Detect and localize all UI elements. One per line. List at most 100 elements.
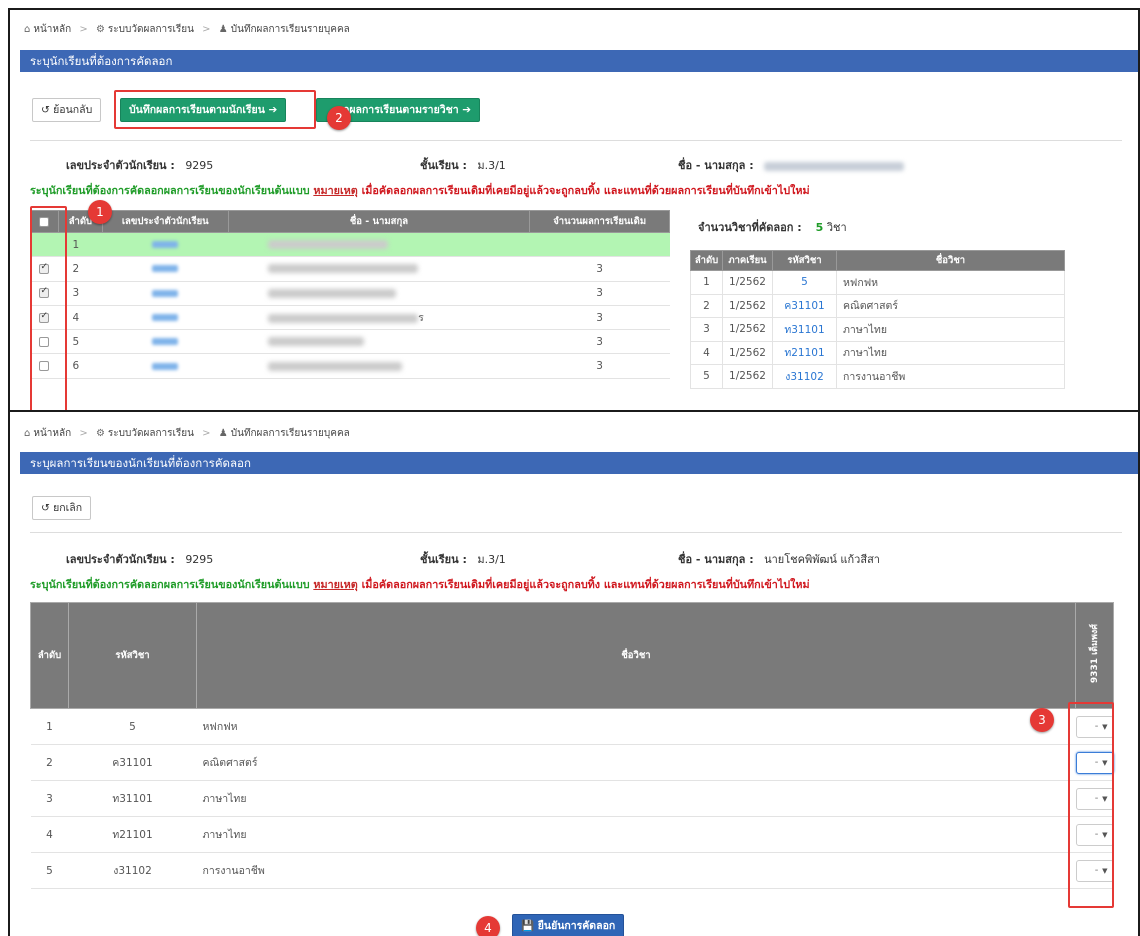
class-label: ชั้นเรียน : [420, 159, 467, 172]
copy-count-value: 5 [815, 221, 824, 234]
row-count: 3 [529, 353, 670, 379]
top-screenshot-panel: ⌂ หน้าหลัก > ⚙ ระบบวัดผลการเรียน > ♟ บันทึก… [8, 8, 1140, 412]
class-info: ชั้นเรียน : ม.3/1 [420, 550, 506, 568]
note-underline: หมายเหตุ [313, 184, 358, 197]
row-count: 3 [529, 305, 670, 331]
row-count [529, 232, 670, 258]
blurred-name [268, 337, 365, 347]
row-count: 3 [529, 256, 670, 282]
row-subject: หฟกฟห [836, 270, 1065, 295]
row-code-link[interactable]: ง31102 [772, 364, 837, 389]
breadcrumb-page: บันทึกผลการเรียนรายบุคคล [230, 24, 350, 35]
row-code: 5 [68, 708, 197, 745]
blurred-id [152, 338, 179, 346]
table-row: 2 ค31101 คณิตศาสตร์ - ▼ [30, 744, 1114, 781]
row-subject: คณิตศาสตร์ [196, 744, 1076, 781]
breadcrumb-section[interactable]: ระบบวัดผลการเรียน [108, 24, 194, 35]
copy-note: ระบุนักเรียนที่ต้องการคัดลอกผลการเรียนขอ… [30, 576, 810, 593]
row-no: 4 [690, 340, 723, 365]
row-count: 3 [529, 281, 670, 306]
class-label: ชั้นเรียน : [420, 553, 467, 566]
copy-count-unit: วิชา [826, 221, 847, 234]
copy-count-info: จำนวนวิชาที่คัดลอก : 5 วิชา [698, 218, 847, 236]
row-no: 2 [690, 293, 723, 318]
divider [30, 140, 1122, 141]
row-term: 1/2562 [722, 270, 773, 295]
note-red: เมื่อคัดลอกผลการเรียนเดิมที่เคยมีอยู่แล้… [361, 184, 810, 197]
gears-icon: ⚙ [95, 428, 105, 439]
row-no: 1 [690, 270, 723, 295]
class-info: ชั้นเรียน : ม.3/1 [420, 156, 506, 174]
row-term: 1/2562 [722, 340, 773, 365]
student-header-label: 9331 เต็มพงศ์ [1089, 624, 1100, 684]
divider [30, 532, 1122, 533]
row-code-link[interactable]: ท31101 [772, 317, 837, 342]
bottom-screenshot-panel: ⌂ หน้าหลัก > ⚙ ระบบวัดผลการเรียน > ♟ บันทึก… [8, 410, 1140, 936]
row-term: 1/2562 [722, 293, 773, 318]
row-subject: หฟกฟห [196, 708, 1076, 745]
blurred-name [268, 361, 403, 371]
user-icon: ♟ [218, 24, 228, 35]
col-subject-header: ชื่อวิชา [836, 250, 1065, 271]
row-subject: ภาษาไทย [836, 317, 1065, 342]
col-no-header: ลำดับ [30, 602, 69, 709]
breadcrumb: ⌂ หน้าหลัก > ⚙ ระบบวัดผลการเรียน > ♟ บันทึก… [24, 24, 350, 35]
note-green: ระบุนักเรียนที่ต้องการคัดลอกผลการเรียนขอ… [30, 578, 310, 591]
breadcrumb-section[interactable]: ระบบวัดผลการเรียน [108, 428, 194, 439]
col-code-header: รหัสวิชา [68, 602, 197, 709]
confirm-copy-button[interactable]: 💾 ยืนยันการคัดลอก [512, 914, 625, 936]
undo-icon: ↺ [41, 502, 50, 514]
table-row: 2 1/2562 ค31101 คณิตศาสตร์ [690, 293, 1065, 318]
save-icon: 💾 [521, 920, 535, 932]
col-term-header: ภาคเรียน [722, 250, 773, 271]
back-button[interactable]: ↺ ย้อนกลับ [32, 98, 102, 122]
students-table: ลำดับ เลขประจำตัวนักเรียน ชื่อ - นามสกุล… [30, 210, 670, 379]
row-subject: การงานอาชีพ [196, 852, 1076, 889]
blurred-id [152, 265, 179, 273]
col-subject-header: ชื่อวิชา [196, 602, 1076, 709]
blurred-id [152, 314, 179, 322]
student-id-label: เลขประจำตัวนักเรียน : [66, 553, 175, 566]
col-student-header: 9331 เต็มพงศ์ [1075, 602, 1114, 709]
table-row: 1 [30, 232, 670, 258]
undo-icon: ↺ [41, 104, 50, 116]
row-no: 3 [30, 780, 69, 817]
breadcrumb-home[interactable]: หน้าหลัก [33, 24, 71, 35]
breadcrumb: ⌂ หน้าหลัก > ⚙ ระบบวัดผลการเรียน > ♟ บันทึก… [24, 428, 350, 439]
row-no: 2 [30, 744, 69, 781]
gears-icon: ⚙ [95, 24, 105, 35]
user-icon: ♟ [218, 428, 228, 439]
row-code-link[interactable]: ค31101 [772, 293, 837, 318]
name-label: ชื่อ - นามสกุล : [678, 553, 754, 566]
row-code: ค31101 [68, 744, 197, 781]
note-green: ระบุนักเรียนที่ต้องการคัดลอกผลการเรียนขอ… [30, 184, 310, 197]
table-row: 2 3 [30, 256, 670, 282]
blurred-name [268, 288, 397, 298]
table-row: 3 ท31101 ภาษาไทย - ▼ [30, 780, 1114, 817]
student-id-value: 9295 [185, 553, 214, 566]
student-id-info: เลขประจำตัวนักเรียน : 9295 [66, 156, 213, 174]
row-code-link[interactable]: 5 [772, 270, 837, 295]
grades-table: ลำดับ รหัสวิชา ชื่อวิชา 9331 เต็มพงศ์ 1 … [30, 602, 1114, 889]
col-no-header: ลำดับ [690, 250, 723, 271]
class-value: ม.3/1 [477, 553, 506, 566]
confirm-label: ยืนยันการคัดลอก [537, 920, 616, 932]
table-row: 4 ท21101 ภาษาไทย - ▼ [30, 816, 1114, 853]
row-no: 3 [690, 317, 723, 342]
callout-box-3 [1068, 702, 1114, 908]
row-subject: คณิตศาสตร์ [836, 293, 1065, 318]
table-row: 5 ง31102 การงานอาชีพ - ▼ [30, 852, 1114, 889]
row-subject: การงานอาชีพ [836, 364, 1065, 389]
copy-note: ระบุนักเรียนที่ต้องการคัดลอกผลการเรียนขอ… [30, 182, 810, 199]
breadcrumb-home[interactable]: หน้าหลัก [33, 428, 71, 439]
row-no: 1 [30, 708, 69, 745]
table-row: 4 1/2562 ท21101 ภาษาไทย [690, 340, 1065, 365]
row-term: 1/2562 [722, 364, 773, 389]
copy-count-label: จำนวนวิชาที่คัดลอก : [698, 221, 802, 234]
page-title: ระบุนักเรียนที่ต้องการคัดลอก [20, 50, 1138, 72]
row-count: 3 [529, 329, 670, 355]
row-code-link[interactable]: ท21101 [772, 340, 837, 365]
breadcrumb-page: บันทึกผลการเรียนรายบุคคล [230, 428, 350, 439]
cancel-button[interactable]: ↺ ยกเลิก [32, 496, 92, 520]
row-no: 4 [30, 816, 69, 853]
